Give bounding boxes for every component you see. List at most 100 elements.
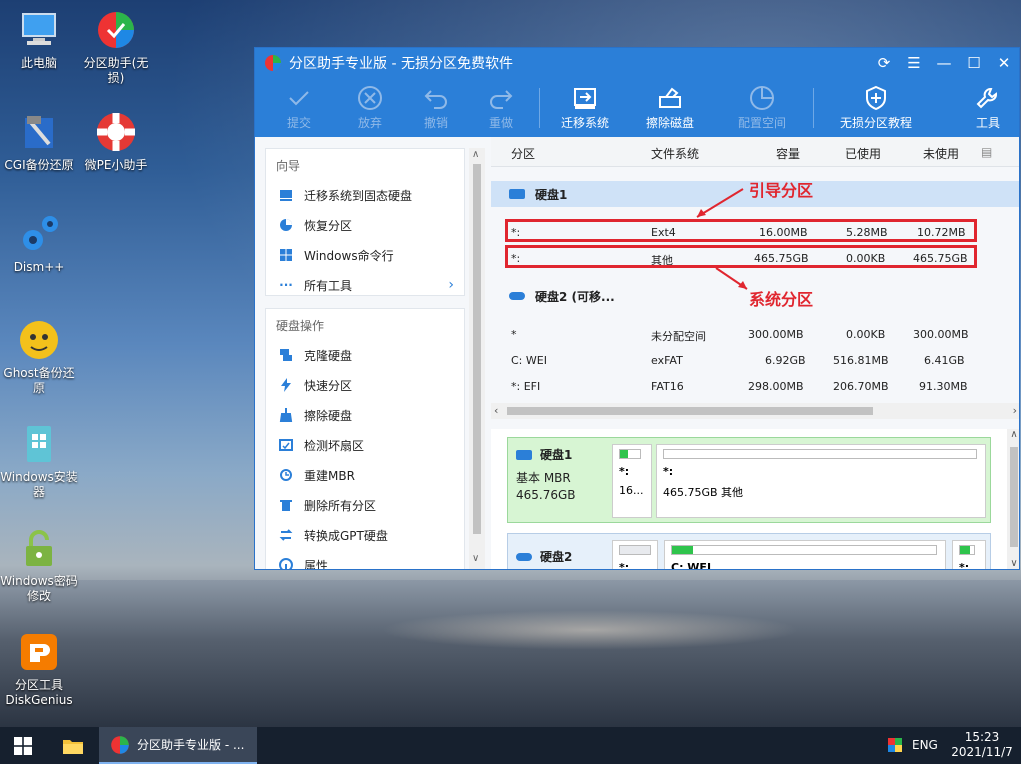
desktop-icon-this-pc[interactable]: 此电脑 <box>0 8 78 71</box>
windows-logo-icon <box>14 736 32 755</box>
submit-button[interactable]: 提交 <box>263 82 335 131</box>
cell-unused: 300.00MB <box>913 328 969 341</box>
taskbar-app-partition-assistant[interactable]: 分区助手专业版 - ... <box>99 727 257 764</box>
refresh-icon[interactable]: ⟳ <box>869 48 899 78</box>
clock[interactable]: 15:23 2021/11/7 <box>950 730 1014 760</box>
close-button[interactable]: ✕ <box>989 48 1019 78</box>
partition-assistant-icon <box>94 8 138 52</box>
maximize-button[interactable]: ☐ <box>959 48 989 78</box>
desktop-icon-password[interactable]: Windows密码修改 <box>0 526 78 604</box>
table-row[interactable]: *: EFI FAT16 298.00MB 206.70MB 91.30MB <box>491 374 1019 400</box>
wipe-icon <box>634 82 706 114</box>
partition-usage-bar <box>619 449 641 459</box>
disk2-row[interactable]: 硬盘2 (可移... <box>491 283 671 309</box>
scrollbar-thumb[interactable] <box>473 164 481 534</box>
trash-icon <box>278 497 294 513</box>
check-icon <box>263 82 335 114</box>
scrollbar-thumb[interactable] <box>1010 447 1018 547</box>
usb-disk-icon <box>516 552 532 561</box>
scroll-down-icon[interactable]: ∨ <box>472 553 479 564</box>
disk2-part1-block[interactable]: *: <box>612 540 658 570</box>
boot-partition-highlight <box>505 219 977 242</box>
cell-partition: C: WEI <box>511 354 547 367</box>
disk2-map-card[interactable]: 硬盘2 *: C: WEI *: <box>507 533 991 570</box>
allocate-space-button[interactable]: 配置空间 <box>726 82 798 131</box>
taskbar-app-label: 分区助手专业版 - ... <box>137 738 245 752</box>
menu-convert-gpt[interactable]: 转换成GPT硬盘 <box>266 520 464 550</box>
tools-button[interactable]: 工具 <box>955 82 1019 131</box>
menu-check-bad-sectors[interactable]: 检测坏扇区 <box>266 430 464 460</box>
partition-usage-bar <box>959 545 975 555</box>
menu-delete-all-partitions[interactable]: 删除所有分区 <box>266 490 464 520</box>
disk1-part1-block[interactable]: *: 16... <box>612 444 652 518</box>
desktop-icon-ghost[interactable]: Ghost备份还原 <box>0 318 78 396</box>
scroll-right-icon[interactable]: › <box>1013 404 1017 417</box>
menu-icon[interactable]: ☰ <box>899 48 929 78</box>
menu-recover-partition[interactable]: 恢复分区 <box>266 210 464 240</box>
menu-windows-cmd[interactable]: Windows命令行 <box>266 240 464 270</box>
scrollbar-thumb[interactable] <box>507 407 873 415</box>
column-settings-icon[interactable]: ▤ <box>981 145 992 159</box>
table-row[interactable]: * 未分配空间 300.00MB 0.00KB 300.00MB <box>491 322 1019 348</box>
language-indicator[interactable]: ENG <box>912 738 938 752</box>
tutorial-label: 无损分区教程 <box>839 116 912 130</box>
desktop-icon-windows-installer[interactable]: Windows安装器 <box>0 422 78 500</box>
lock-icon <box>17 526 61 570</box>
menu-all-tools[interactable]: ··· 所有工具 › <box>266 270 464 300</box>
diskgenius-icon <box>17 630 61 674</box>
table-row[interactable]: C: WEI exFAT 6.92GB 516.81MB 6.41GB <box>491 348 1019 374</box>
menu-migrate-ssd[interactable]: 迁移系统到固态硬盘 <box>266 180 464 210</box>
desktop-icon-dism[interactable]: Dism++ <box>0 212 78 275</box>
title-bar[interactable]: 分区助手专业版 - 无损分区免费软件 ⟳ ☰ — ☐ ✕ <box>255 48 1019 78</box>
undo-button[interactable]: 撤销 <box>400 82 472 131</box>
desktop-icon-cgi[interactable]: CGI备份还原 <box>0 110 78 173</box>
disk2-part3-block[interactable]: *: <box>952 540 986 569</box>
broom-icon <box>278 407 294 423</box>
scroll-left-icon[interactable]: ‹ <box>494 404 498 417</box>
menu-wipe-disk[interactable]: 擦除硬盘 <box>266 400 464 430</box>
scroll-up-icon[interactable]: ∧ <box>472 149 479 160</box>
scroll-up-icon[interactable]: ∧ <box>1007 429 1019 440</box>
diskmap-scrollbar[interactable]: ∧ ∨ <box>1007 429 1019 569</box>
wrench-icon <box>955 82 1019 114</box>
discard-button[interactable]: 放弃 <box>334 82 406 131</box>
col-partition[interactable]: 分区 <box>511 145 535 162</box>
minimize-button[interactable]: — <box>929 48 959 78</box>
color-tray-icon[interactable] <box>888 738 902 752</box>
partition-usage-bar <box>671 545 937 555</box>
table-horizontal-scrollbar[interactable]: ‹ › <box>491 403 1019 419</box>
disk2-part2-block[interactable]: C: WEI <box>664 540 946 570</box>
left-panel-scrollbar[interactable]: ∧ ∨ <box>469 148 485 569</box>
disk1-map-name: 硬盘1 <box>540 448 573 462</box>
menu-label: 快速分区 <box>304 378 353 393</box>
redo-button[interactable]: 重做 <box>465 82 537 131</box>
disk1-map-card[interactable]: 硬盘1 基本 MBR 465.76GB *: 16... *: 465.75GB… <box>507 437 991 523</box>
undo-label: 撤销 <box>423 116 448 130</box>
disk1-part2-block[interactable]: *: 465.75GB 其他 <box>656 444 986 518</box>
menu-properties[interactable]: 属性 <box>266 550 464 569</box>
col-filesystem[interactable]: 文件系统 <box>651 145 699 162</box>
part-label: C: WEI <box>671 561 712 570</box>
file-explorer-button[interactable] <box>50 727 96 764</box>
start-button[interactable] <box>0 727 46 764</box>
menu-clone-disk[interactable]: 克隆硬盘 <box>266 340 464 370</box>
migrate-system-button[interactable]: 迁移系统 <box>549 82 621 131</box>
tutorial-button[interactable]: 无损分区教程 <box>821 82 931 131</box>
part-label: *: <box>619 561 630 570</box>
col-unused[interactable]: 未使用 <box>923 145 959 162</box>
desktop-icon-diskgenius[interactable]: 分区工具DiskGenius <box>0 630 78 708</box>
menu-quick-partition[interactable]: 快速分区 <box>266 370 464 400</box>
col-capacity[interactable]: 容量 <box>776 145 800 162</box>
menu-rebuild-mbr[interactable]: 重建MBR <box>266 460 464 490</box>
scroll-down-icon[interactable]: ∨ <box>1007 558 1019 569</box>
desktop-icon-wepe[interactable]: 微PE小助手 <box>77 110 155 173</box>
desktop-icon-partition-assistant[interactable]: 分区助手(无损) <box>77 8 155 86</box>
disk1-map-size: 465.76GB <box>516 488 576 502</box>
cell-fs: 未分配空间 <box>651 330 706 343</box>
cell-partition: * <box>511 328 517 341</box>
wipe-disk-button[interactable]: 擦除磁盘 <box>634 82 706 131</box>
col-used[interactable]: 已使用 <box>845 145 881 162</box>
disk2-map-name: 硬盘2 <box>540 550 573 564</box>
menu-label: 恢复分区 <box>304 218 353 233</box>
cell-used: 206.70MB <box>833 380 889 393</box>
